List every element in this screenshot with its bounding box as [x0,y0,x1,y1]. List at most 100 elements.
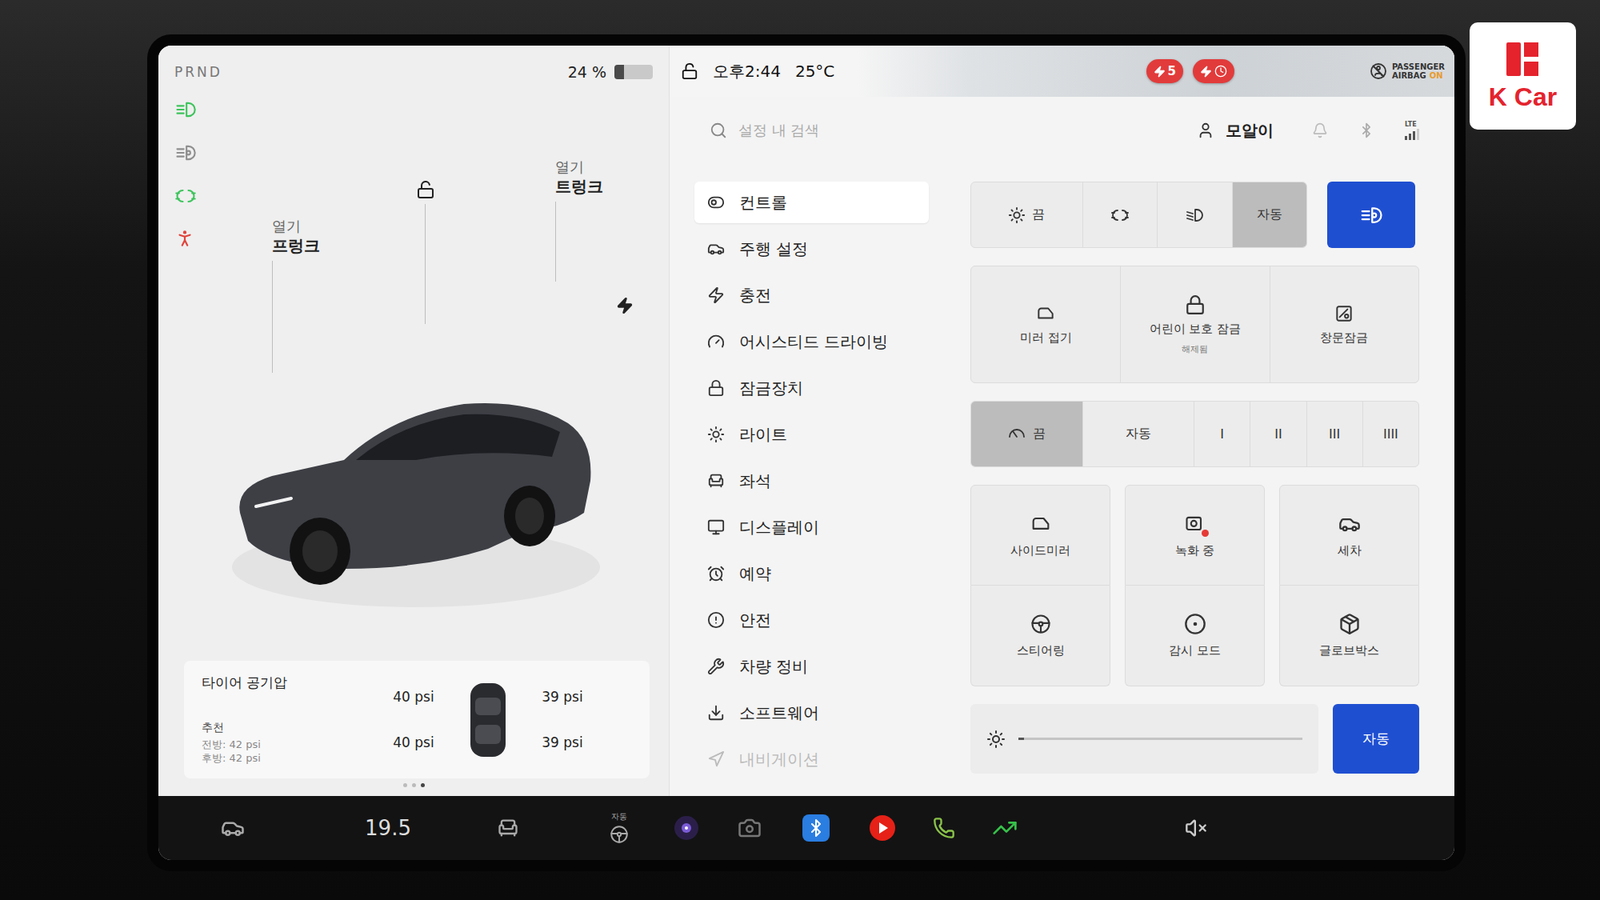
brightness-auto-button[interactable]: 자동 [1332,704,1420,774]
auto-high-beam-button[interactable] [1327,181,1416,248]
settings-menu-item[interactable]: 차량 정비 [694,645,929,688]
brightness-slider[interactable] [970,704,1319,774]
brightness-fill [1018,737,1024,740]
front-right-pressure: 39 psi [541,688,583,705]
page-dot[interactable] [403,783,408,788]
wiper-option[interactable]: 자동 [1082,401,1195,467]
wiper-option[interactable]: IIII [1362,401,1419,467]
dock-phone[interactable] [913,816,975,840]
bluetooth-icon[interactable] [1358,122,1375,139]
headlight-option[interactable] [1156,182,1232,248]
profile-name[interactable]: 모알이 [1225,120,1274,142]
trunk-leader-line [555,201,556,282]
car-stage: 열기프렁크 열기트렁크 [216,87,653,661]
settings-menu-item[interactable]: 예약 [694,552,929,595]
tire-pressure-card: 타이어 공기압추천전방: 42 psi후방: 42 psi40 psi39 ps… [184,660,650,779]
page-indicator [174,778,653,790]
dock-camera[interactable] [656,814,717,842]
shortcut-label: 감시 모드 [1168,643,1221,659]
settings-menu-item[interactable]: 안전 [694,599,929,641]
charge-port-control[interactable] [616,296,634,315]
parking-lights-indicator-icon [174,184,197,208]
unlocked-icon [416,180,436,200]
settings-menu-item[interactable]: 어시스티드 드라이빙 [694,320,929,363]
trunk-control[interactable]: 열기트렁크 [555,157,604,282]
profile-icon[interactable] [1196,121,1215,140]
menu-label: 디스플레이 [739,516,820,539]
airbag-line1: PASSENGER [1392,62,1445,72]
frunk-control[interactable]: 열기프렁크 [272,216,320,373]
lock-status-icon[interactable] [680,62,699,80]
settings-panel: 오후2:4425°C5PASSENGERAIRBAGON설정 내 검색모알이LT… [668,45,1455,796]
headlight-option[interactable]: 자동 [1232,182,1307,248]
bluetooth-app[interactable] [802,814,830,842]
parking-lights-icon [1110,205,1130,225]
wiper-option[interactable]: I [1193,401,1250,467]
shortcut-button[interactable]: 글로브박스 [1279,585,1420,687]
youtube-app-icon [868,813,897,843]
dock-dashcam[interactable] [719,816,780,840]
wiper-option[interactable]: 끔 [971,401,1083,467]
wiper-option[interactable]: III [1306,401,1363,467]
settings-menu-item[interactable]: 내비게이션 [694,738,929,780]
toggle-card[interactable]: 미러 접기 [971,266,1120,383]
vehicle-top-bar: PRND24 % [174,56,653,88]
steering-heater-icon [608,824,630,845]
auto-high-beam-icon [1359,203,1384,228]
controls-page: 끔자동미러 접기어린이 보호 잠금해제됨창문잠금끔자동IIIIIIIIII사이드… [970,181,1420,796]
shortcut-button[interactable]: 세차 [1279,484,1420,586]
dock-volume[interactable] [1165,816,1227,840]
toggle-card[interactable]: 창문잠금 [1269,266,1419,383]
shortcut-button[interactable]: 스티어링 [970,585,1111,687]
signal-bar [1408,133,1412,140]
settings-menu-item[interactable]: 컨트롤 [694,181,929,224]
shortcut-label: 글로브박스 [1319,643,1380,659]
settings-menu-item[interactable]: 라이트 [694,413,929,456]
toggle-status: 해제됨 [1181,343,1208,356]
settings-menu-item[interactable]: 주행 설정 [694,228,929,270]
shortcut-label: 스티어링 [1016,643,1065,659]
settings-menu-item[interactable]: 소프트웨어 [694,692,929,734]
headlight-option[interactable] [1082,182,1157,248]
toggle-card[interactable]: 어린이 보호 잠금해제됨 [1120,266,1269,383]
shortcut-button[interactable]: 감시 모드 [1124,585,1265,687]
shortcut-button[interactable]: 사이드미러 [970,484,1111,586]
recommended-value: 후방: 42 psi [201,751,380,766]
shortcut-button[interactable]: 녹화 중 [1124,484,1265,586]
gear-selector: PRND [174,64,223,80]
settings-menu-item[interactable]: 충전 [694,274,929,316]
scheduled-badge[interactable] [1192,59,1235,84]
brightness-track[interactable] [1018,737,1303,740]
low-beam-icon [1184,205,1204,225]
wiper-option-label: 자동 [1125,425,1152,443]
wiper-option[interactable]: II [1249,401,1306,467]
settings-search-field[interactable]: 설정 내 검색 [738,120,820,140]
camera-app-icon [672,814,700,842]
settings-menu-item[interactable]: 디스플레이 [694,506,929,548]
search-icon [709,121,728,140]
dock-car[interactable] [202,816,264,840]
page-dot[interactable] [412,783,416,788]
wiper-option-label: IIII [1383,426,1399,442]
dock-steering-heater[interactable]: 자동 [588,811,650,845]
dock-youtube[interactable] [852,813,913,843]
map-alerts: 5 [1146,59,1235,84]
page-dot[interactable] [420,783,425,788]
dock-stocks[interactable] [974,815,1036,841]
supercharger-badge[interactable]: 5 [1146,59,1184,84]
shortcut-label: 녹화 중 [1175,543,1216,559]
door-lock-control[interactable] [416,180,436,324]
vehicle-panel: PRND24 %열기프렁크열기트렁크타이어 공기압추천전방: 42 psi후방:… [158,45,669,796]
settings-menu-item[interactable]: 잠금장치 [694,367,929,409]
front-left-pressure: 40 psi [392,688,434,705]
headlight-option[interactable]: 끔 [971,182,1083,248]
dock-seat-heater[interactable] [477,816,539,840]
dock-bluetooth[interactable] [785,814,847,842]
bell-icon[interactable] [1312,122,1328,139]
dock-climate[interactable]: 19.5 [357,816,419,840]
auto-high-beam-indicator-icon [174,141,197,164]
passenger-airbag-status: PASSENGERAIRBAGON [1368,61,1445,81]
lights-off-icon [1008,206,1026,224]
settings-menu-item[interactable]: 좌석 [694,460,929,502]
menu-label: 내비게이션 [739,748,820,771]
